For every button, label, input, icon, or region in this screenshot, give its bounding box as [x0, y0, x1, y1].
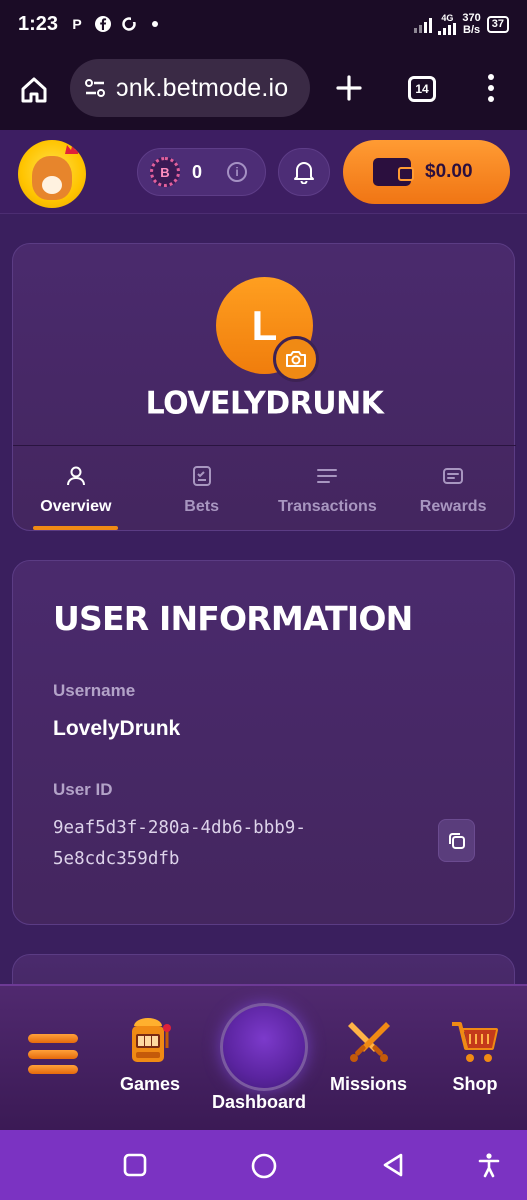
copy-userid-button[interactable] [438, 819, 475, 862]
points-balance[interactable]: B 0 i [137, 148, 266, 196]
facebook-icon [94, 15, 112, 33]
nav-label: Games [120, 1074, 181, 1094]
tab-transactions[interactable]: Transactions [265, 454, 391, 530]
app-header: B 0 i $0.00 [0, 130, 527, 214]
bet-slip-icon [190, 464, 214, 488]
notification-dot-icon [152, 21, 159, 27]
tab-label: Overview [40, 498, 112, 515]
copy-icon [448, 832, 465, 849]
nav-dashboard[interactable]: Dashboard [212, 1092, 306, 1113]
battery-icon: 37 [486, 15, 509, 33]
browser-menu-button[interactable] [484, 72, 498, 104]
username-label: Username [53, 681, 136, 700]
plus-icon [336, 75, 362, 101]
sync-icon [120, 15, 138, 33]
tab-overview[interactable]: Overview [13, 454, 139, 530]
notifications-button[interactable] [278, 148, 330, 196]
shiba-mascot-icon [32, 156, 72, 200]
accessibility-button[interactable] [476, 1152, 502, 1178]
wallet-icon [373, 158, 414, 186]
wallet-balance: $0.00 [425, 161, 473, 182]
b-coin-icon: B [150, 157, 180, 187]
p-notification-icon: P [72, 16, 82, 32]
site-logo[interactable] [18, 140, 86, 208]
network-speed: 370 B/s [462, 12, 481, 36]
home-button[interactable] [18, 74, 50, 106]
slot-machine-icon [132, 1018, 172, 1062]
back-triangle-icon [383, 1153, 403, 1177]
tab-switcher-button[interactable]: 14 [408, 76, 436, 102]
tab-label: Rewards [419, 498, 487, 515]
url-text: ɔnk.betmode.io [116, 73, 289, 102]
crossed-swords-icon [347, 1022, 390, 1062]
info-icon[interactable]: i [227, 162, 247, 182]
recents-button[interactable] [122, 1152, 148, 1178]
address-bar[interactable]: ɔnk.betmode.io [70, 59, 310, 117]
dashboard-orb-icon[interactable] [220, 1003, 308, 1091]
tab-label: Transactions [278, 498, 377, 515]
points-value: 0 [192, 161, 203, 182]
recents-icon [123, 1153, 147, 1177]
new-tab-button[interactable] [333, 72, 365, 104]
status-time: 1:23 [18, 12, 59, 35]
divider [13, 445, 516, 446]
user-icon [64, 464, 88, 488]
userid-value: 9eaf5d3f-280a-4db6-bbb9- 5e8cdc359dfb [53, 818, 306, 869]
profile-name: LOVELYDRUNK [145, 385, 384, 422]
home-icon [21, 77, 47, 103]
tab-label: Bets [184, 498, 219, 515]
section-title: USER INFORMATION [53, 599, 413, 638]
site-settings-icon[interactable] [82, 75, 108, 101]
bottom-navigation: Games Dashboard Missions Shop [0, 984, 527, 1130]
circle-home-icon [251, 1153, 277, 1179]
wallet-button[interactable]: $0.00 [343, 140, 510, 204]
nav-label: Shop [452, 1074, 498, 1094]
nav-shop[interactable]: Shop [450, 1016, 500, 1095]
home-system-button[interactable] [250, 1152, 277, 1179]
profile-card: L LOVELYDRUNK Overview Bets Transactions [12, 243, 516, 531]
change-avatar-button[interactable] [273, 336, 319, 382]
nav-games[interactable]: Games [120, 1016, 180, 1095]
rewards-card-icon [441, 464, 465, 488]
network-type: 4G [441, 12, 454, 23]
nav-missions[interactable]: Missions [330, 1016, 407, 1095]
nav-label: Missions [330, 1074, 408, 1094]
userid-label: User ID [53, 780, 113, 799]
back-button[interactable] [380, 1152, 406, 1178]
bell-icon [294, 162, 314, 184]
shopping-cart-icon [452, 1022, 498, 1062]
profile-tabs: Overview Bets Transactions Rewards [13, 454, 516, 530]
tab-bets[interactable]: Bets [139, 454, 265, 530]
accessibility-icon [478, 1153, 500, 1178]
signal-icon [414, 15, 433, 33]
menu-hamburger-icon[interactable] [28, 1034, 78, 1074]
list-icon [315, 464, 339, 488]
camera-icon [286, 351, 306, 367]
signal-strength-icon [438, 22, 457, 35]
system-navigation-bar [0, 1130, 527, 1200]
nav-label: Dashboard [212, 1092, 307, 1112]
username-value: LovelyDrunk [53, 717, 181, 740]
browser-toolbar: ɔnk.betmode.io 14 [0, 48, 527, 130]
tab-rewards[interactable]: Rewards [390, 454, 516, 530]
status-bar: 1:23 P 4G 370 B/s 37 [0, 0, 527, 48]
user-information-card: USER INFORMATION Username LovelyDrunk Us… [12, 560, 515, 925]
crown-icon [64, 142, 79, 156]
